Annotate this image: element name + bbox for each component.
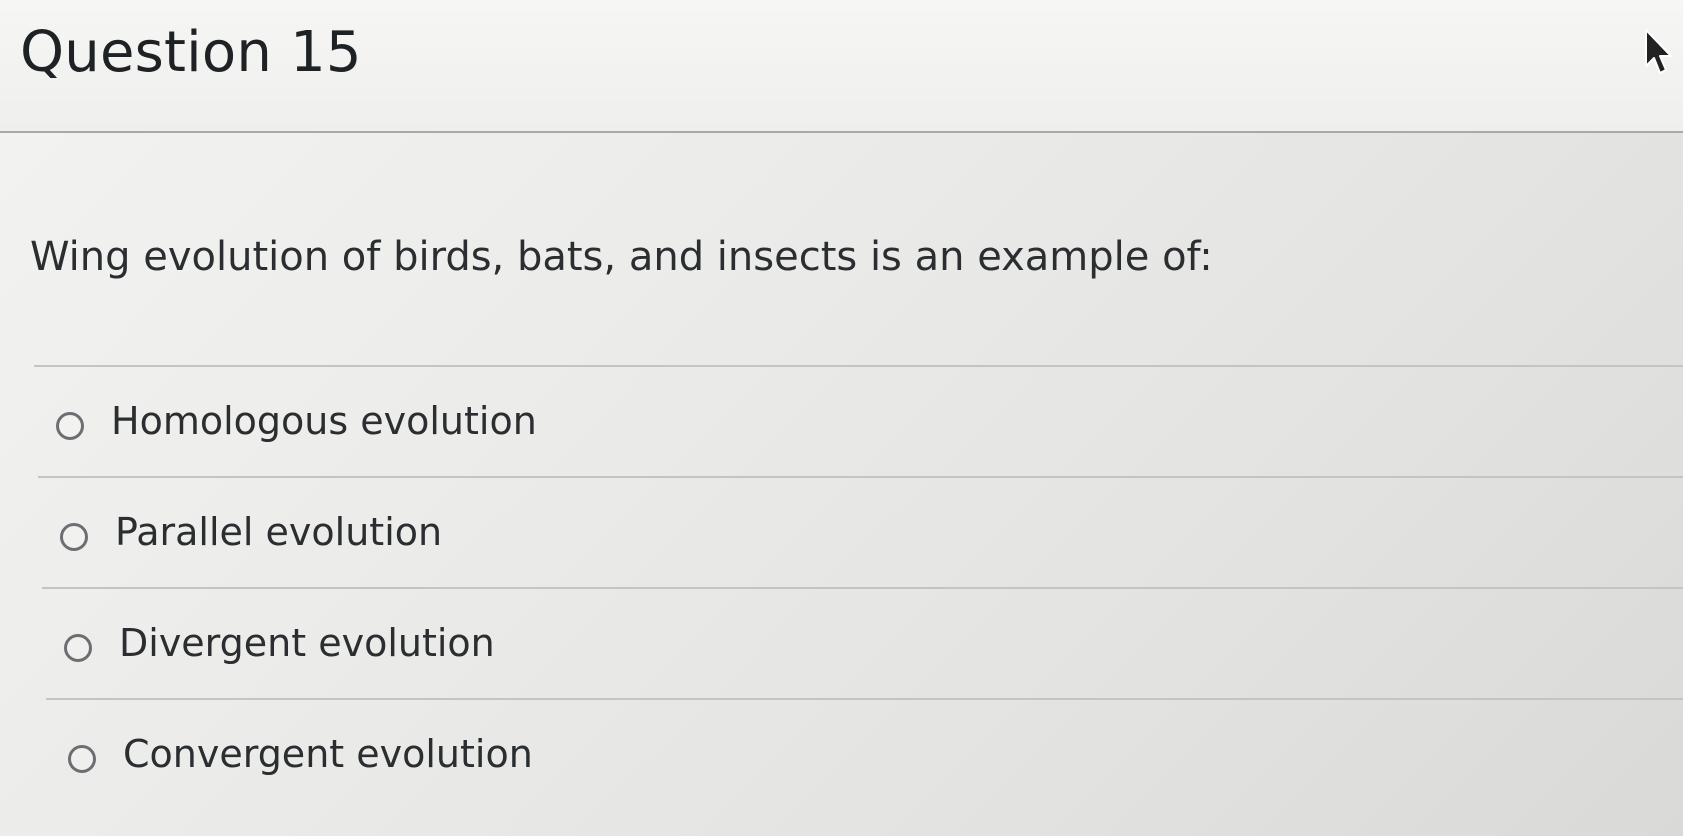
answer-option-convergent-evolution[interactable]: Convergent evolution	[46, 698, 1683, 809]
mouse-pointer-icon	[1645, 29, 1672, 74]
radio-unselected-icon[interactable]	[60, 523, 88, 551]
question-prompt: Wing evolution of birds, bats, and insec…	[30, 234, 1213, 280]
radio-unselected-icon[interactable]	[56, 412, 84, 440]
question-body: Wing evolution of birds, bats, and insec…	[0, 133, 1683, 836]
answer-label[interactable]: Homologous evolution	[111, 399, 537, 445]
radio-unselected-icon[interactable]	[64, 634, 92, 662]
answer-label[interactable]: Parallel evolution	[115, 510, 442, 556]
answer-options: Homologous evolution Parallel evolution …	[0, 365, 1683, 809]
question-header: Question 15	[0, 0, 1683, 133]
answer-label[interactable]: Convergent evolution	[123, 732, 533, 778]
answer-option-divergent-evolution[interactable]: Divergent evolution	[42, 587, 1683, 698]
question-title: Question 15	[20, 20, 362, 85]
answer-label[interactable]: Divergent evolution	[119, 621, 495, 667]
quiz-screen: Question 15 Wing evolution of birds, bat…	[0, 0, 1683, 836]
answer-option-parallel-evolution[interactable]: Parallel evolution	[38, 476, 1683, 587]
radio-unselected-icon[interactable]	[68, 745, 96, 773]
answer-option-homologous-evolution[interactable]: Homologous evolution	[34, 365, 1683, 476]
